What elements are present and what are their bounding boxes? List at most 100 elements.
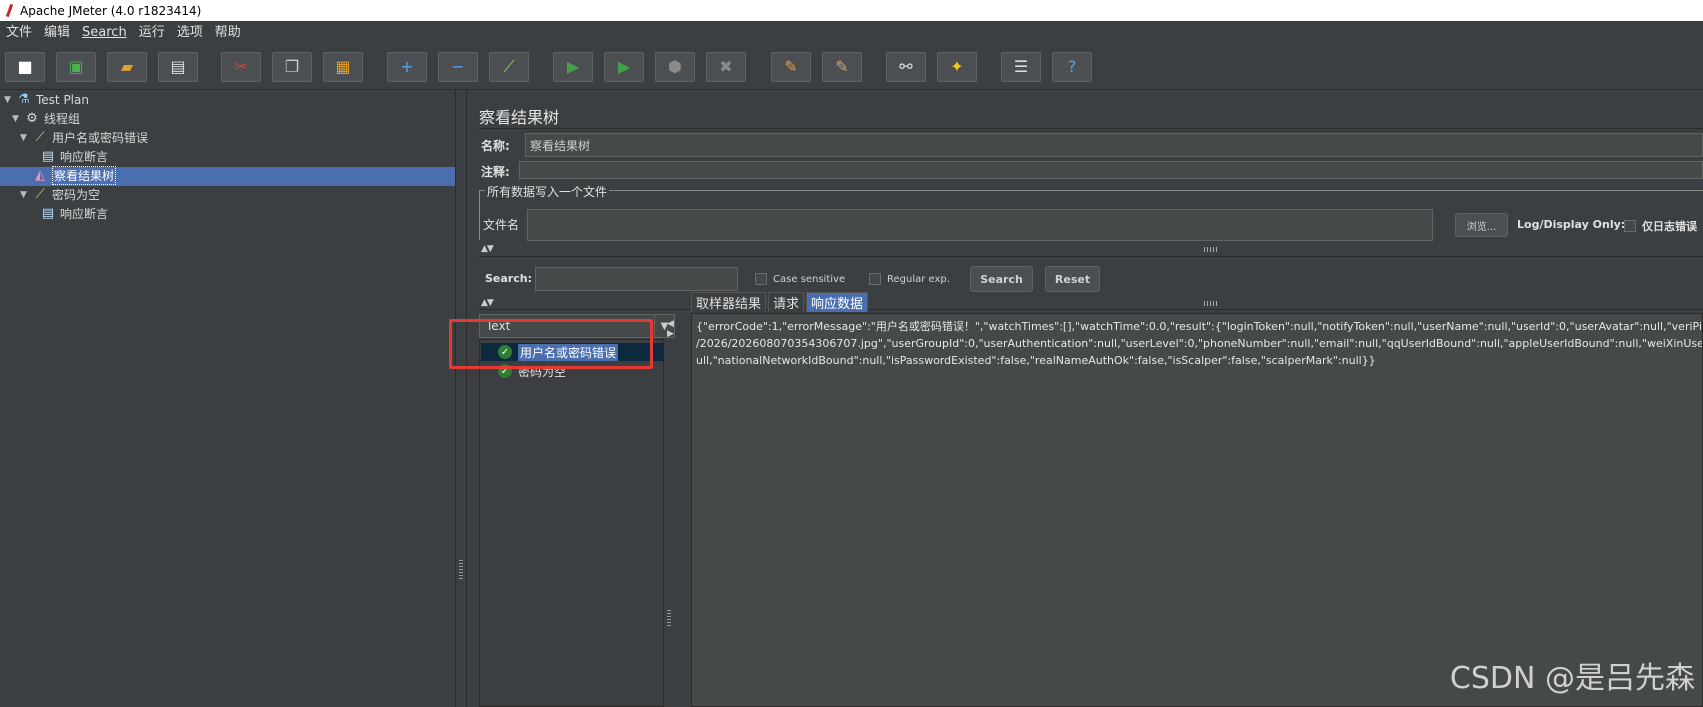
start-button[interactable]: ▶ [553, 52, 593, 82]
assertion-icon: ▤ [41, 206, 55, 221]
jmeter-feather-icon [4, 4, 14, 18]
menu-run[interactable]: 运行 [133, 21, 171, 45]
tree-node-label: Test Plan [36, 92, 89, 107]
results-divider-grip-icon[interactable] [667, 610, 671, 626]
tree-node-test-plan[interactable]: ▼ ⚗ Test Plan [4, 90, 89, 109]
tree-node-label: 密码为空 [52, 188, 101, 202]
reset-button[interactable]: Reset [1045, 266, 1100, 292]
response-line: {"errorCode":1,"errorMessage":"用户名或密码错误！… [696, 320, 1703, 333]
upper-split-bar[interactable]: ▲▼ [479, 244, 1703, 255]
stop-button[interactable]: ⬢ [655, 52, 695, 82]
errors-only-checkbox[interactable] [1624, 220, 1636, 232]
save-button[interactable]: ▤ [158, 52, 198, 82]
errors-only-label: 仅日志错误 [1642, 220, 1697, 233]
search-label: Search: [485, 272, 532, 285]
expanded-arrow-icon[interactable]: ▼ [20, 133, 32, 143]
new-button[interactable]: ■ [5, 52, 45, 82]
tree-node-label: 线程组 [44, 112, 81, 126]
menu-edit[interactable]: 编辑 [38, 21, 76, 45]
search-input[interactable] [535, 267, 738, 291]
tree-node-sampler-wrong-credentials[interactable]: ▼ ⟋ 用户名或密码错误 [20, 128, 148, 147]
reset-search-icon: ✦ [950, 57, 964, 76]
open-icon: ▰ [120, 57, 134, 76]
start-icon: ▶ [566, 57, 580, 76]
log-display-only-label: Log/Display Only: [1517, 218, 1626, 231]
search-button[interactable]: Search [970, 266, 1033, 292]
response-line: /2026/20260807035430670​7.jpg","userGrou… [696, 337, 1703, 350]
tab-sampler-result[interactable]: 取样器结果 [691, 292, 767, 312]
reset-search-button[interactable]: ✦ [937, 52, 977, 82]
view-results-tree-panel: 察看结果树 名称: 察看结果树 注释: 所有数据写入一个文件 文件名 浏览...… [467, 90, 1703, 707]
tree-node-label: 响应断言 [60, 207, 109, 221]
expand-button[interactable]: + [387, 52, 427, 82]
test-plan-icon: ⚗ [18, 92, 30, 107]
title-separator [479, 128, 1703, 129]
menu-options[interactable]: 选项 [171, 21, 209, 45]
tree-node-thread-group[interactable]: ▼ ⚙ 线程组 [12, 109, 80, 128]
sampler-icon: ⟋ [35, 187, 45, 202]
cut-icon: ✂ [234, 57, 248, 76]
regular-exp-checkbox[interactable] [869, 273, 881, 285]
toggle-button[interactable]: ⟋ [489, 52, 529, 82]
tab-response-data[interactable]: 响应数据 [806, 292, 869, 312]
assertion-icon: ▤ [41, 149, 55, 164]
paste-button[interactable]: ▦ [323, 52, 363, 82]
clear-all-icon: ✎ [835, 57, 849, 76]
collapse-button[interactable]: − [438, 52, 478, 82]
menu-search[interactable]: Search [76, 21, 133, 45]
lower-split-bar[interactable]: ▲▼ [479, 298, 1703, 309]
split-grip-icon[interactable] [1204, 301, 1218, 306]
start-no-pauses-button[interactable]: ▶ [604, 52, 644, 82]
search-button-toolbar[interactable]: ⚯ [886, 52, 926, 82]
split-grip-icon[interactable] [1204, 247, 1218, 252]
save-icon: ▤ [170, 57, 186, 76]
comment-label: 注释: [481, 165, 510, 179]
name-field[interactable]: 察看结果树 [525, 133, 1703, 157]
expanded-arrow-icon[interactable]: ▼ [4, 95, 16, 105]
function-helper-button[interactable]: ☰ [1001, 52, 1041, 82]
red-annotation-box [449, 319, 653, 369]
response-data-text[interactable]: {"errorCode":1,"errorMessage":"用户名或密码错误！… [691, 313, 1703, 707]
case-sensitive-checkbox[interactable] [755, 273, 767, 285]
tree-node-sampler-empty-password[interactable]: ▼ ⟋ 密码为空 [20, 185, 100, 204]
start-no-pauses-icon: ▶ [617, 57, 631, 76]
tab-request[interactable]: 请求 [768, 292, 805, 312]
templates-button[interactable]: ▣ [56, 52, 96, 82]
cut-button[interactable]: ✂ [221, 52, 261, 82]
clear-all-button[interactable]: ✎ [822, 52, 862, 82]
copy-button[interactable]: ❐ [272, 52, 312, 82]
browse-button[interactable]: 浏览... [1455, 213, 1508, 237]
expand-icon: + [400, 57, 414, 76]
comment-field[interactable] [519, 161, 1703, 179]
filename-field[interactable] [527, 209, 1433, 241]
name-label: 名称: [481, 139, 510, 153]
tree-node-view-results-tree[interactable]: ◭ 察看结果树 [32, 166, 117, 185]
result-tabs: 取样器结果 请求 响应数据 [691, 292, 870, 312]
case-sensitive-label: Case sensitive [773, 274, 846, 285]
divider-grip-icon[interactable] [459, 560, 463, 580]
search-icon: ⚯ [899, 57, 913, 76]
sample-results-list: ✓ 用户名或密码错误 ✓ 密码为空 [479, 339, 664, 707]
split-arrows-icon[interactable]: ▲▼ [481, 298, 494, 308]
collapse-left-arrow-icon[interactable]: ◀ ▶ [667, 319, 675, 349]
help-button[interactable]: ? [1052, 52, 1092, 82]
csdn-watermark: CSDN @是吕先森 [1449, 661, 1695, 696]
tree-node-label: 响应断言 [60, 150, 109, 164]
tree-node-assertion-2[interactable]: ▤ 响应断言 [40, 204, 108, 223]
function-helper-icon: ☰ [1013, 57, 1029, 76]
expanded-arrow-icon[interactable]: ▼ [12, 114, 24, 124]
split-pane-divider[interactable] [455, 90, 467, 707]
menu-help[interactable]: 帮助 [209, 21, 247, 45]
open-button[interactable]: ▰ [107, 52, 147, 82]
tree-node-label: 察看结果树 [52, 166, 117, 185]
window-title: Apache JMeter (4.0 r1823414) [20, 3, 202, 18]
tree-node-assertion-1[interactable]: ▤ 响应断言 [40, 147, 108, 166]
panel-title: 察看结果树 [479, 108, 560, 127]
clear-button[interactable]: ✎ [771, 52, 811, 82]
toggle-icon: ⟋ [503, 57, 515, 76]
sampler-icon: ⟋ [35, 130, 45, 145]
expanded-arrow-icon[interactable]: ▼ [20, 190, 32, 200]
shutdown-button[interactable]: ✖ [706, 52, 746, 82]
split-arrows-icon[interactable]: ▲▼ [481, 244, 494, 254]
menu-file[interactable]: 文件 [0, 21, 38, 45]
